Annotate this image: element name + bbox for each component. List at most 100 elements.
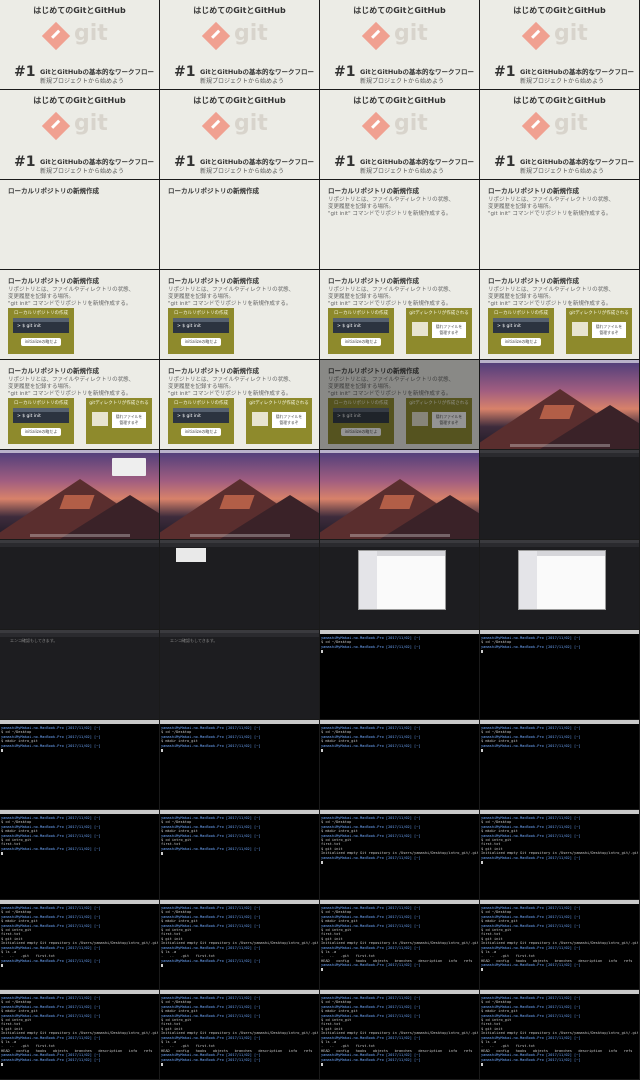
video-frame[interactable]: yamashiMyMakai-no-MacBook-Pro [2017/11/0…: [0, 990, 160, 1080]
context-menu[interactable]: [112, 458, 146, 476]
video-frame[interactable]: はじめてのGitとGitHub git #1 GitとGitHubの基本的なワークフロ…: [480, 90, 640, 180]
video-frame[interactable]: はじめてのGitとGitHub git #1 GitとGitHubの基本的なワークフロ…: [320, 0, 480, 90]
video-frame[interactable]: yamashiMyMakai-no-MacBook-Pro [2017/11/0…: [160, 810, 320, 900]
video-frame[interactable]: ローカルリポジトリの新規作成 リポジトリとは、ファイルやディレクトリの状態、 変更…: [320, 180, 480, 270]
menu-bar: [0, 450, 159, 453]
video-frame[interactable]: はじめてのGitとGitHub git #1 GitとGitHubの基本的なワークフロ…: [160, 0, 320, 90]
video-frame[interactable]: ローカルリポジトリの新規作成: [0, 180, 160, 270]
video-frame[interactable]: はじめてのGitとGitHub git #1 GitとGitHubの基本的なワークフロ…: [0, 0, 160, 90]
editor-tab-strip[interactable]: [160, 543, 319, 547]
finder-sidebar[interactable]: [359, 551, 377, 609]
git-dir-box-label: gitディレクトリが作成される: [249, 401, 309, 406]
terminal-line: Initialized empty Git repository in /Use…: [481, 1031, 638, 1036]
video-frame[interactable]: [0, 450, 160, 540]
video-frame[interactable]: [160, 540, 320, 630]
editor-tab-strip[interactable]: [0, 633, 159, 637]
init-box: ローカルリポジトリの作成 > $ git init initializeの略だよ: [8, 398, 74, 444]
video-frame[interactable]: yamashiMyMakai-no-MacBook-Pro [2017/11/0…: [480, 720, 640, 810]
series-title: はじめてのGitとGitHub: [513, 96, 606, 105]
video-frame[interactable]: [320, 540, 480, 630]
video-frame[interactable]: yamashiMyMakai-no-MacBook-Pro [2017/11/0…: [320, 810, 480, 900]
video-frame[interactable]: [160, 450, 320, 540]
video-frame[interactable]: エンコ確認もしてきます。: [0, 630, 160, 720]
terminal-titlebar: [0, 720, 159, 724]
terminal-cursor: [481, 968, 638, 972]
video-frame[interactable]: yamashiMyMakai-no-MacBook-Pro [2017/11/0…: [320, 990, 480, 1080]
video-frame[interactable]: yamashiMyMakai-no-MacBook-Pro [2017/11/0…: [480, 900, 640, 990]
terminal-cursor: [481, 1062, 638, 1066]
hidden-files-note: 隠れファイルを 管理するぞ: [272, 412, 306, 428]
episode-subtitle: 新規プロジェクトから始めよう: [360, 168, 445, 175]
video-frame[interactable]: yamashiMyMakai-no-MacBook-Pro [2017/11/0…: [320, 720, 480, 810]
video-frame[interactable]: ローカルリポジトリの新規作成 リポジトリとは、ファイルやディレクトリの状態、 変更…: [0, 360, 160, 450]
video-frame[interactable]: [0, 540, 160, 630]
git-logo-text: git: [554, 111, 588, 136]
video-frame[interactable]: はじめてのGitとGitHub git #1 GitとGitHubの基本的なワークフロ…: [480, 0, 640, 90]
editor-tab-strip[interactable]: [0, 543, 159, 547]
video-frame[interactable]: ローカルリポジトリの新規作成 リポジトリとは、ファイルやディレクトリの状態、 変更…: [320, 360, 480, 450]
video-frame[interactable]: ローカルリポジトリの新規作成 リポジトリとは、ファイルやディレクトリの状態、 変更…: [160, 360, 320, 450]
terminal-line: Initialized empty Git repository in /Use…: [1, 1031, 158, 1036]
terminal-line: Initialized empty Git repository in /Use…: [161, 941, 318, 946]
editor-tab-strip[interactable]: [320, 543, 479, 547]
video-frame[interactable]: ローカルリポジトリの新規作成 リポジトリとは、ファイルやディレクトリの状態、 変更…: [480, 270, 640, 360]
series-title: はじめてのGitとGitHub: [513, 6, 606, 15]
terminal-titlebar: [320, 720, 479, 724]
video-frame[interactable]: yamashiMyMakai-no-MacBook-Pro [2017/11/0…: [480, 630, 640, 720]
video-frame[interactable]: yamashiMyMakai-no-MacBook-Pro [2017/11/0…: [0, 720, 160, 810]
editor-tab-strip[interactable]: [160, 633, 319, 637]
terminal-output: yamashiMyMakai-no-MacBook-Pro [2017/11/0…: [481, 906, 638, 972]
init-box: ローカルリポジトリの作成 > $ git init initializeの略だよ: [488, 308, 554, 354]
dock[interactable]: [510, 444, 610, 447]
init-note: initializeの略だよ: [21, 338, 61, 346]
git-dir-box-label: gitディレクトリが作成される: [409, 401, 469, 406]
video-frame[interactable]: はじめてのGitとGitHub git #1 GitとGitHubの基本的なワークフロ…: [160, 90, 320, 180]
dock[interactable]: [350, 534, 450, 537]
slide-heading: ローカルリポジトリの新規作成: [328, 367, 419, 375]
video-frame[interactable]: [480, 450, 640, 540]
video-frame[interactable]: yamashiMyMakai-no-MacBook-Pro [2017/11/0…: [480, 810, 640, 900]
episode-number: #1: [494, 154, 516, 170]
terminal-line: Initialized empty Git repository in /Use…: [321, 851, 478, 856]
finder-window[interactable]: [358, 550, 446, 610]
video-frame[interactable]: yamashiMyMakai-no-MacBook-Pro [2017/11/0…: [480, 990, 640, 1080]
terminal-cursor: [1, 1062, 158, 1066]
episode-title: GitとGitHubの基本的なワークフロー: [200, 158, 315, 166]
video-frame[interactable]: エンコ確認もしてきます。: [160, 630, 320, 720]
terminal-cursor: [321, 860, 478, 864]
finder-window[interactable]: [518, 550, 606, 610]
editor-tab-strip[interactable]: [480, 543, 639, 547]
terminal-command: > $ git init: [177, 324, 201, 329]
terminal-command: > $ git init: [177, 414, 201, 419]
video-frame[interactable]: yamashiMyMakai-no-MacBook-Pro [2017/11/0…: [160, 900, 320, 990]
git-diamond-icon: [201, 21, 231, 51]
terminal-mock: > $ git init: [13, 318, 69, 333]
video-frame[interactable]: ローカルリポジトリの新規作成 リポジトリとは、ファイルやディレクトリの状態、 変更…: [320, 270, 480, 360]
video-frame[interactable]: yamashiMyMakai-no-MacBook-Pro [2017/11/0…: [0, 810, 160, 900]
video-frame[interactable]: yamashiMyMakai-no-MacBook-Pro [2017/11/0…: [320, 630, 480, 720]
video-frame[interactable]: ローカルリポジトリの新規作成 リポジトリとは、ファイルやディレクトリの状態、 変更…: [160, 270, 320, 360]
init-box-label: ローカルリポジトリの作成: [14, 311, 68, 316]
dialog-box[interactable]: [176, 548, 206, 562]
video-frame[interactable]: yamashiMyMakai-no-MacBook-Pro [2017/11/0…: [0, 900, 160, 990]
git-diamond-icon: [361, 111, 391, 141]
video-frame[interactable]: はじめてのGitとGitHub git #1 GitとGitHubの基本的なワークフロ…: [320, 90, 480, 180]
video-frame[interactable]: yamashiMyMakai-no-MacBook-Pro [2017/11/0…: [160, 720, 320, 810]
finder-sidebar[interactable]: [519, 551, 537, 609]
video-frame[interactable]: はじめてのGitとGitHub git #1 GitとGitHubの基本的なワークフロ…: [0, 90, 160, 180]
video-frame[interactable]: ローカルリポジトリの新規作成 リポジトリとは、ファイルやディレクトリの状態、 変更…: [480, 180, 640, 270]
terminal-mock: > $ git init: [493, 318, 549, 333]
init-box: ローカルリポジトリの作成 > $ git init initializeの略だよ: [168, 398, 234, 444]
init-box-label: ローカルリポジトリの作成: [334, 311, 388, 316]
video-frame[interactable]: [480, 360, 640, 450]
video-frame[interactable]: [320, 450, 480, 540]
video-frame[interactable]: [480, 540, 640, 630]
dock[interactable]: [190, 534, 290, 537]
video-frame[interactable]: ローカルリポジトリの新規作成: [160, 180, 320, 270]
video-frame[interactable]: ローカルリポジトリの新規作成 リポジトリとは、ファイルやディレクトリの状態、 変更…: [0, 270, 160, 360]
video-frame[interactable]: yamashiMyMakai-no-MacBook-Pro [2017/11/0…: [160, 990, 320, 1080]
editor-tab-strip[interactable]: [480, 453, 639, 457]
terminal-cursor: [481, 860, 638, 864]
dock[interactable]: [30, 534, 130, 537]
video-frame[interactable]: yamashiMyMakai-no-MacBook-Pro [2017/11/0…: [320, 900, 480, 990]
